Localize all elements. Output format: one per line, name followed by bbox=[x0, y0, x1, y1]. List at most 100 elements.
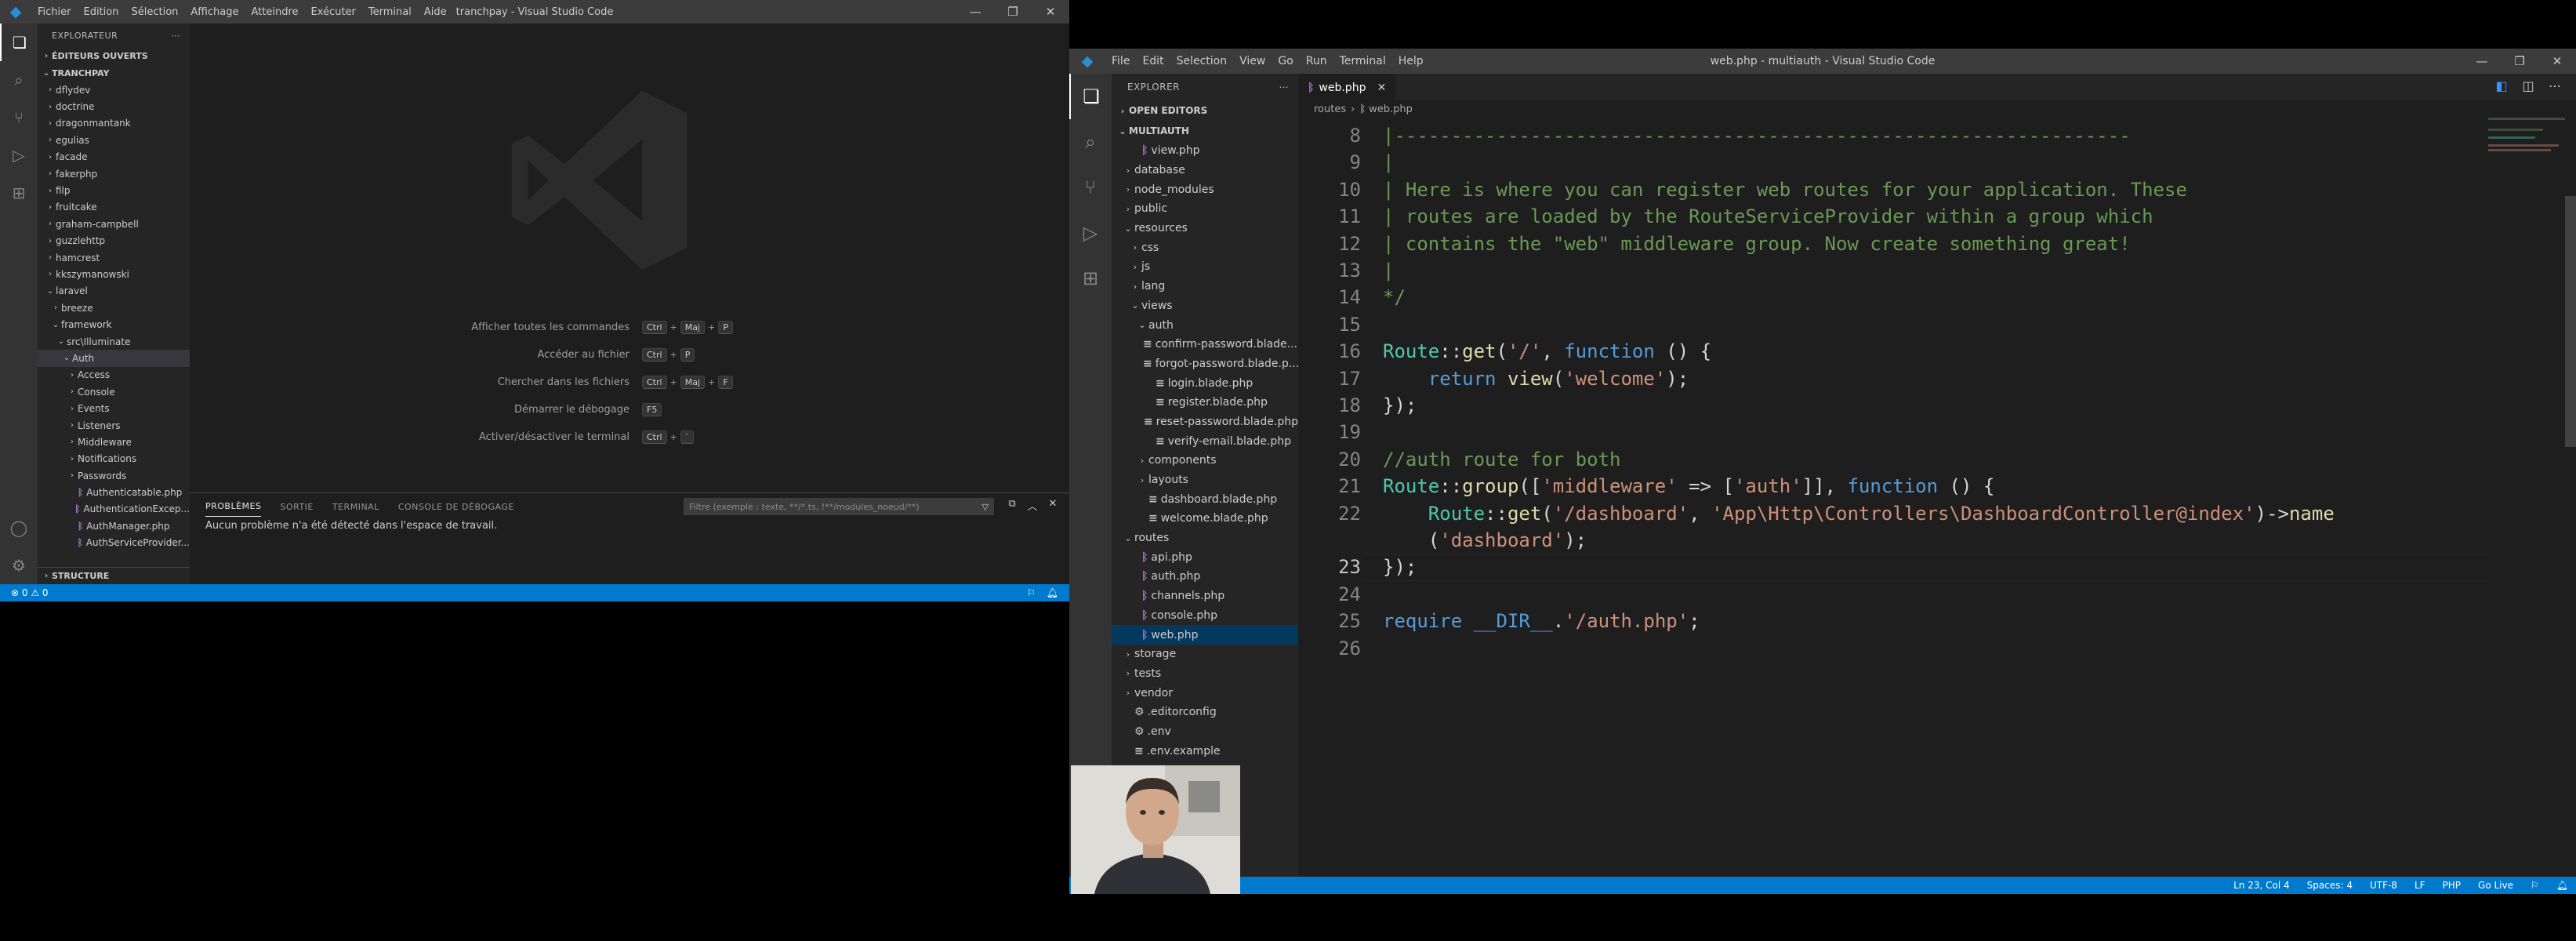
problems-filter-input[interactable]: Filtre (exemple : texte, **/*.ts, !**/mo… bbox=[684, 498, 994, 515]
breadcrumb-file[interactable]: web.php bbox=[1369, 104, 1413, 115]
menu-terminal[interactable]: Terminal bbox=[362, 6, 418, 18]
close-panel-icon[interactable]: ✕ bbox=[1043, 498, 1063, 513]
tree-item-graham-campbell[interactable]: › graham-campbell bbox=[38, 216, 190, 232]
bell-icon[interactable]: 🔔︎ bbox=[1047, 587, 1058, 598]
menu-ex-cuter[interactable]: Exécuter bbox=[305, 6, 362, 18]
menu-file[interactable]: File bbox=[1105, 55, 1136, 67]
explorer-icon[interactable]: ❏ bbox=[0, 24, 38, 61]
tree-item-channels-php[interactable]: ᛒ channels.php bbox=[1112, 587, 1298, 606]
tree-item-authmanager-php[interactable]: ᛒ AuthManager.php bbox=[38, 518, 190, 534]
tree-item-guzzlehttp[interactable]: › guzzlehttp bbox=[38, 233, 190, 249]
tree-item-egulias[interactable]: › egulias bbox=[38, 132, 190, 148]
go-live-icon[interactable]: ◧ bbox=[2488, 78, 2515, 93]
tree-item-lang[interactable]: › lang bbox=[1112, 277, 1298, 296]
breadcrumb-folder[interactable]: routes bbox=[1314, 104, 1346, 115]
minimap[interactable] bbox=[2488, 118, 2567, 165]
status-lf[interactable]: LF bbox=[2415, 880, 2425, 891]
menu-affichage[interactable]: Affichage bbox=[184, 6, 245, 18]
more-actions-icon[interactable]: ⋯ bbox=[1279, 82, 1290, 93]
menu-edit[interactable]: Edit bbox=[1136, 55, 1170, 67]
collapse-all-icon[interactable]: ⧉ bbox=[1002, 498, 1022, 513]
tree-item-access[interactable]: › Access bbox=[38, 367, 190, 383]
panel-tab-sortie[interactable]: SORTIE bbox=[280, 497, 313, 517]
status-spaces-4[interactable]: Spaces: 4 bbox=[2307, 880, 2353, 891]
split-editor-icon[interactable]: ◫ bbox=[2515, 78, 2542, 93]
tree-item-reset-password-blade-php[interactable]: ≡ reset-password.blade.php bbox=[1112, 412, 1298, 432]
project-section[interactable]: ⌄ MULTIAUTH bbox=[1112, 121, 1298, 141]
tree-item-verify-email-blade-php[interactable]: ≡ verify-email.blade.php bbox=[1112, 431, 1298, 451]
menu-s-lection[interactable]: Sélection bbox=[125, 6, 184, 18]
feedback-icon[interactable]: ⚐ bbox=[1027, 587, 1036, 598]
close-icon[interactable]: ✕ bbox=[1032, 0, 1069, 24]
problems-status[interactable]: ⊗ 0 ⚠ 0 bbox=[11, 587, 49, 598]
source-control-icon[interactable]: ⑂ bbox=[1069, 165, 1112, 210]
tree-item-filp[interactable]: › filp bbox=[38, 182, 190, 198]
tree-item-views[interactable]: ⌄ views bbox=[1112, 296, 1298, 316]
status-utf-8[interactable]: UTF-8 bbox=[2370, 880, 2397, 891]
panel-tab-probl-mes[interactable]: PROBLÈMES bbox=[205, 496, 262, 517]
maximize-panel-icon[interactable]: ︿ bbox=[1022, 498, 1043, 513]
tree-item-authenticationexcep[interactable]: ᛒ AuthenticationExcep... bbox=[38, 501, 190, 518]
menu-go[interactable]: Go bbox=[1272, 55, 1299, 67]
tree-item-web-php[interactable]: ᛒ web.php bbox=[1112, 625, 1298, 645]
gear-icon[interactable]: ⚙ bbox=[0, 547, 38, 584]
tree-item-kkszymanowski[interactable]: › kkszymanowski bbox=[38, 266, 190, 282]
run-debug-icon[interactable]: ▷ bbox=[0, 136, 38, 174]
close-tab-icon[interactable]: ✕ bbox=[1377, 82, 1386, 94]
tree-item-resources[interactable]: ⌄ resources bbox=[1112, 219, 1298, 238]
more-actions-icon[interactable]: ⋯ bbox=[172, 31, 181, 41]
tree-item-vendor[interactable]: › vendor bbox=[1112, 683, 1298, 703]
menu-terminal[interactable]: Terminal bbox=[1333, 55, 1392, 67]
explorer-icon[interactable]: ❏ bbox=[1069, 74, 1112, 119]
tree-item-listeners[interactable]: › Listeners bbox=[38, 417, 190, 434]
menu-fichier[interactable]: Fichier bbox=[31, 6, 78, 18]
tree-item-laravel[interactable]: ⌄ laravel bbox=[38, 283, 190, 300]
tree-item-doctrine[interactable]: › doctrine bbox=[38, 98, 190, 114]
tree-item-events[interactable]: › Events bbox=[38, 400, 190, 416]
tree-item-auth-php[interactable]: ᛒ auth.php bbox=[1112, 567, 1298, 587]
tree-item-fakerphp[interactable]: › fakerphp bbox=[38, 165, 190, 182]
tree-item-env-example[interactable]: ≡ .env.example bbox=[1112, 741, 1298, 761]
tree-item-hamcrest[interactable]: › hamcrest bbox=[38, 249, 190, 266]
tree-item-authenticatable-php[interactable]: ᛒ Authenticatable.php bbox=[38, 484, 190, 500]
tree-item-forgot-password-blade-p[interactable]: ≡ forgot-password.blade.p... bbox=[1112, 354, 1298, 374]
tree-item-editorconfig[interactable]: ⚙ .editorconfig bbox=[1112, 703, 1298, 722]
tree-item-breeze[interactable]: › breeze bbox=[38, 300, 190, 316]
code-area[interactable]: 8 |--------------------------------------… bbox=[1298, 118, 2576, 877]
menu-run[interactable]: Run bbox=[1300, 55, 1333, 67]
restore-icon[interactable]: ❐ bbox=[2501, 49, 2538, 74]
tree-item-passwords[interactable]: › Passwords bbox=[38, 467, 190, 484]
tree-item-login-blade-php[interactable]: ≡ login.blade.php bbox=[1112, 373, 1298, 393]
tree-item-components[interactable]: › components bbox=[1112, 451, 1298, 470]
search-icon[interactable]: ⌕ bbox=[1069, 119, 1112, 165]
source-control-icon[interactable]: ⑂ bbox=[0, 99, 38, 136]
menu-selection[interactable]: Selection bbox=[1170, 55, 1234, 67]
tree-item-framework[interactable]: ⌄ framework bbox=[38, 316, 190, 332]
open-editors-section[interactable]: › OPEN EDITORS bbox=[1112, 100, 1298, 121]
filter-icon[interactable]: ▽ bbox=[982, 502, 993, 512]
extensions-icon[interactable]: ⊞ bbox=[0, 174, 38, 212]
tree-item-confirm-password-blade[interactable]: ≡ confirm-password.blade.... bbox=[1112, 335, 1298, 354]
outline-section[interactable]: › STRUCTURE bbox=[38, 567, 190, 584]
tree-item-authserviceprovider[interactable]: ᛒ AuthServiceProvider... bbox=[38, 535, 190, 551]
tree-item-dragonmantank[interactable]: › dragonmantank bbox=[38, 115, 190, 132]
bell-icon[interactable]: 🔔︎ bbox=[2556, 880, 2568, 891]
tree-item-register-blade-php[interactable]: ≡ register.blade.php bbox=[1112, 393, 1298, 412]
tree-item-database[interactable]: › database bbox=[1112, 161, 1298, 180]
status-ln-23-col-4[interactable]: Ln 23, Col 4 bbox=[2233, 880, 2290, 891]
tree-item-view-php[interactable]: ᛒ view.php bbox=[1112, 141, 1298, 161]
tree-item-auth[interactable]: ⌄ auth bbox=[1112, 315, 1298, 335]
tree-item-fruitcake[interactable]: › fruitcake bbox=[38, 199, 190, 216]
tree-item-routes[interactable]: ⌄ routes bbox=[1112, 529, 1298, 548]
search-icon[interactable]: ⌕ bbox=[0, 61, 38, 99]
tree-item-public[interactable]: › public bbox=[1112, 199, 1298, 219]
project-section[interactable]: ⌄ TRANCHPAY bbox=[38, 64, 190, 82]
panel-tab-console-de-d-bogage[interactable]: CONSOLE DE DÉBOGAGE bbox=[398, 497, 514, 517]
tab-web-php[interactable]: ᛒ web.php ✕ bbox=[1298, 74, 1396, 100]
panel-tab-terminal[interactable]: TERMINAL bbox=[332, 497, 379, 517]
menu-aide[interactable]: Aide bbox=[418, 6, 453, 18]
menu-edition[interactable]: Edition bbox=[78, 6, 125, 18]
extensions-icon[interactable]: ⊞ bbox=[1069, 256, 1112, 301]
minimize-icon[interactable]: — bbox=[2463, 49, 2501, 74]
menu-atteindre[interactable]: Atteindre bbox=[245, 6, 304, 18]
